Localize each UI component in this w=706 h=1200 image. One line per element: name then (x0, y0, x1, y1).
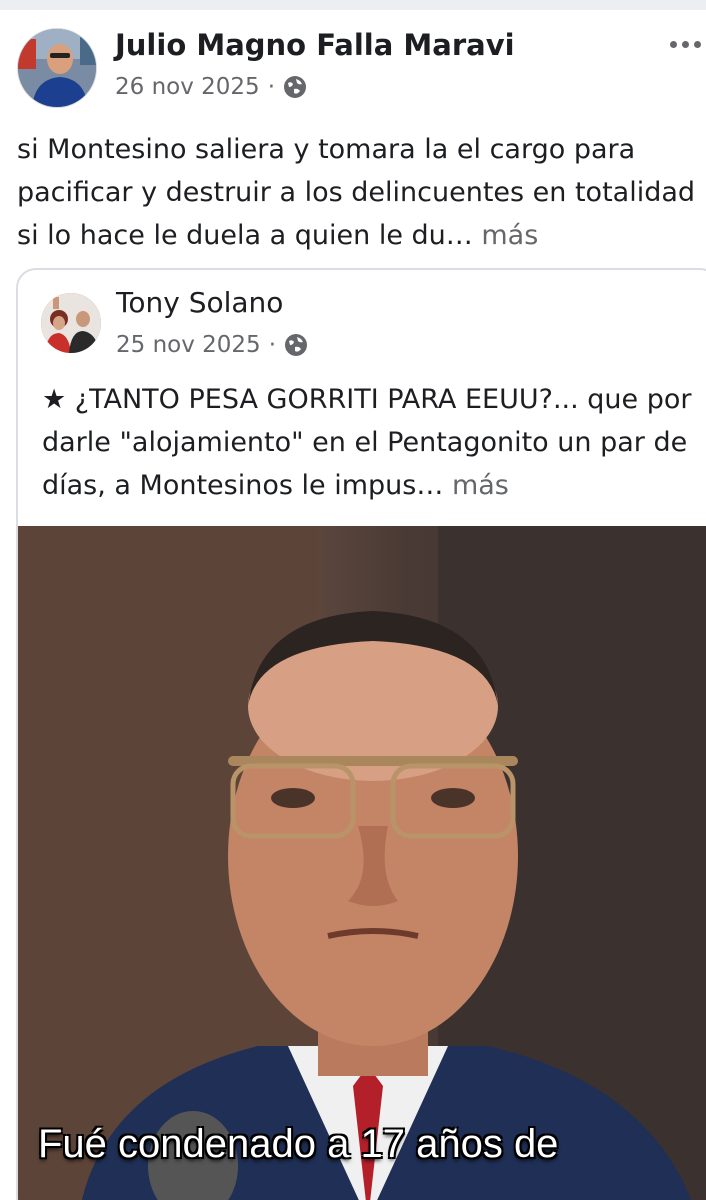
post-meta: 26 nov 2025 · (115, 74, 307, 100)
post-image[interactable]: Fué condenado a 17 años de (18, 526, 706, 1200)
avatar-photo (18, 29, 96, 107)
image-caption: Fué condenado a 17 años de (38, 1122, 559, 1166)
author-name[interactable]: Julio Magno Falla Maravi (115, 28, 515, 62)
shared-post-text: ★ ¿TANTO PESA GORRITI PARA EEUU?... que … (42, 384, 692, 501)
shared-post-card[interactable]: Tony Solano 25 nov 2025 · ★ ¿TANTO PESA … (16, 268, 706, 1200)
see-more-link[interactable]: más (481, 220, 538, 251)
post-date[interactable]: 26 nov 2025 (115, 74, 260, 100)
globe-icon (285, 334, 307, 356)
author-avatar[interactable] (17, 28, 97, 108)
post-text: si Montesino saliera y tomara la el carg… (17, 134, 696, 251)
globe-icon (284, 76, 306, 98)
portrait-photo (18, 526, 706, 1200)
shared-author-name[interactable]: Tony Solano (116, 286, 283, 319)
shared-post-date[interactable]: 25 nov 2025 (116, 332, 261, 358)
shared-post-body: ★ ¿TANTO PESA GORRITI PARA EEUU?... que … (42, 378, 706, 507)
shared-meta-separator: · (268, 332, 276, 358)
more-options-icon-dot (682, 40, 689, 48)
more-options-button[interactable] (670, 34, 706, 54)
shared-post-meta: 25 nov 2025 · (116, 332, 308, 358)
meta-separator: · (267, 74, 275, 100)
post-body: si Montesino saliera y tomara la el carg… (17, 128, 701, 257)
shared-see-more-link[interactable]: más (452, 470, 509, 501)
more-options-icon-dot (694, 40, 701, 48)
post-header: Julio Magno Falla Maravi 26 nov 2025 · (0, 22, 706, 122)
shared-avatar-photo (41, 293, 101, 353)
shared-author-avatar[interactable] (41, 293, 101, 353)
more-options-icon (670, 40, 677, 48)
top-divider (0, 0, 706, 10)
